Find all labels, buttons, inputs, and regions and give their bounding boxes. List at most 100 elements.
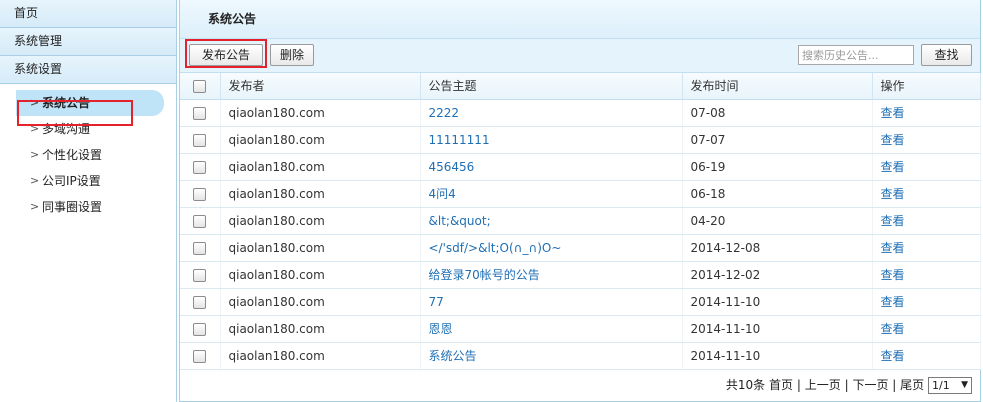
announcement-table: 发布者 公告主题 发布时间 操作 qiaolan180.com 2222 07-08… — [180, 73, 981, 370]
nav-system-settings[interactable]: 系统设置 — [0, 56, 176, 84]
nav-home[interactable]: 首页 — [0, 0, 176, 28]
sidebar-item-label: 多域沟通 — [42, 122, 91, 136]
row-checkbox[interactable] — [192, 295, 206, 309]
row-checkbox[interactable] — [192, 106, 206, 120]
publisher-cell: qiaolan180.com — [220, 180, 421, 208]
prev-page-link[interactable]: 上一页 — [805, 378, 841, 392]
subject-cell: 恩恩 — [420, 315, 683, 343]
time-cell: 2014-11-10 — [682, 315, 873, 343]
page-title: 系统公告 — [180, 0, 980, 39]
view-link[interactable]: 查看 — [881, 106, 905, 120]
action-cell: 查看 — [872, 288, 981, 316]
toolbar: 发布公告 删除 查找 — [180, 39, 980, 73]
first-page-link[interactable]: 首页 — [769, 378, 793, 392]
table-row: qiaolan180.com 给登录70帐号的公告 2014-12-02 查看 — [180, 261, 981, 289]
action-cell: 查看 — [872, 126, 981, 154]
row-select-cell — [180, 99, 221, 127]
subject-link[interactable]: </'sdf/>&lt;O(∩_∩)O~ — [429, 241, 562, 255]
publish-announcement-button[interactable]: 发布公告 — [189, 44, 263, 66]
col-header-subject: 公告主题 — [420, 73, 683, 100]
time-cell: 06-19 — [682, 153, 873, 181]
subject-link[interactable]: 11111111 — [429, 133, 490, 147]
pager-separator: | — [796, 378, 801, 392]
subject-link[interactable]: 4问4 — [429, 187, 456, 201]
select-all-checkbox[interactable] — [192, 79, 206, 93]
row-checkbox[interactable] — [192, 322, 206, 336]
main-panel: 系统公告 发布公告 删除 查找 发布者 公告主题 发布时间 操作 qiaolan… — [179, 0, 981, 402]
view-link[interactable]: 查看 — [881, 295, 905, 309]
publisher-cell: qiaolan180.com — [220, 288, 421, 316]
table-row: qiaolan180.com 系统公告 2014-11-10 查看 — [180, 342, 981, 370]
table-row: qiaolan180.com </'sdf/>&lt;O(∩_∩)O~ 2014-1… — [180, 234, 981, 262]
table-body: qiaolan180.com 2222 07-08 查看 qiaolan180.com 1… — [180, 99, 981, 370]
action-cell: 查看 — [872, 234, 981, 262]
sidebar-item-personalization[interactable]: > 个性化设置 — [0, 142, 176, 168]
subject-cell: 77 — [420, 288, 683, 316]
row-checkbox[interactable] — [192, 160, 206, 174]
row-checkbox[interactable] — [192, 241, 206, 255]
last-page-link[interactable]: 尾页 — [900, 378, 924, 392]
nav-system-management[interactable]: 系统管理 — [0, 28, 176, 56]
subject-link[interactable]: 系统公告 — [429, 349, 477, 363]
view-link[interactable]: 查看 — [881, 268, 905, 282]
row-select-cell — [180, 126, 221, 154]
subject-cell: 456456 — [420, 153, 683, 181]
sidebar-item-colleague-circle[interactable]: > 同事圈设置 — [0, 194, 176, 220]
sidebar-item-label: 公司IP设置 — [42, 174, 101, 188]
publisher-cell: qiaolan180.com — [220, 99, 421, 127]
next-page-link[interactable]: 下一页 — [852, 378, 888, 392]
view-link[interactable]: 查看 — [881, 349, 905, 363]
table-row: qiaolan180.com 恩恩 2014-11-10 查看 — [180, 315, 981, 343]
subject-cell: </'sdf/>&lt;O(∩_∩)O~ — [420, 234, 683, 262]
subject-link[interactable]: 恩恩 — [429, 322, 453, 336]
chevron-right-icon: > — [30, 174, 40, 187]
publisher-cell: qiaolan180.com — [220, 261, 421, 289]
time-cell: 2014-11-10 — [682, 342, 873, 370]
view-link[interactable]: 查看 — [881, 241, 905, 255]
delete-button[interactable]: 删除 — [270, 44, 314, 66]
subject-link[interactable]: 77 — [429, 295, 444, 309]
sidebar-item-label: 同事圈设置 — [42, 200, 103, 214]
subject-link[interactable]: &lt;&quot; — [429, 214, 491, 228]
search-history-input[interactable] — [798, 45, 914, 65]
sidebar-item-system-announcement[interactable]: > 系统公告 — [16, 90, 164, 116]
action-cell: 查看 — [872, 180, 981, 208]
view-link[interactable]: 查看 — [881, 322, 905, 336]
pagination: 共10条 首页 | 上一页 | 下一页 | 尾页 1/1 ▼ — [726, 375, 972, 395]
row-checkbox[interactable] — [192, 133, 206, 147]
subject-link[interactable]: 2222 — [429, 106, 460, 120]
row-select-cell — [180, 153, 221, 181]
row-checkbox[interactable] — [192, 349, 206, 363]
view-link[interactable]: 查看 — [881, 160, 905, 174]
row-select-cell — [180, 207, 221, 235]
action-cell: 查看 — [872, 207, 981, 235]
action-cell: 查看 — [872, 261, 981, 289]
subject-link[interactable]: 给登录70帐号的公告 — [429, 268, 540, 282]
sidebar-item-multi-domain[interactable]: > 多域沟通 — [0, 116, 176, 142]
sidebar-item-company-ip[interactable]: > 公司IP设置 — [0, 168, 176, 194]
table-row: qiaolan180.com 2222 07-08 查看 — [180, 99, 981, 127]
subject-cell: 11111111 — [420, 126, 683, 154]
row-checkbox[interactable] — [192, 214, 206, 228]
row-checkbox[interactable] — [192, 268, 206, 282]
publisher-cell: qiaolan180.com — [220, 207, 421, 235]
time-cell: 07-07 — [682, 126, 873, 154]
publisher-cell: qiaolan180.com — [220, 234, 421, 262]
table-header-row: 发布者 公告主题 发布时间 操作 — [180, 73, 981, 100]
row-select-cell — [180, 234, 221, 262]
view-link[interactable]: 查看 — [881, 133, 905, 147]
col-header-publisher: 发布者 — [220, 73, 421, 100]
total-count: 共10条 — [725, 378, 766, 392]
sidebar-item-label: 系统公告 — [42, 96, 91, 110]
table-row: qiaolan180.com 456456 06-19 查看 — [180, 153, 981, 181]
page-select[interactable]: 1/1 ▼ — [928, 377, 972, 394]
action-cell: 查看 — [872, 99, 981, 127]
row-select-cell — [180, 180, 221, 208]
view-link[interactable]: 查看 — [881, 214, 905, 228]
row-checkbox[interactable] — [192, 187, 206, 201]
subject-cell: 系统公告 — [420, 342, 683, 370]
search-button[interactable]: 查找 — [921, 44, 972, 66]
sidebar-item-label: 个性化设置 — [42, 148, 103, 162]
view-link[interactable]: 查看 — [881, 187, 905, 201]
subject-link[interactable]: 456456 — [429, 160, 475, 174]
